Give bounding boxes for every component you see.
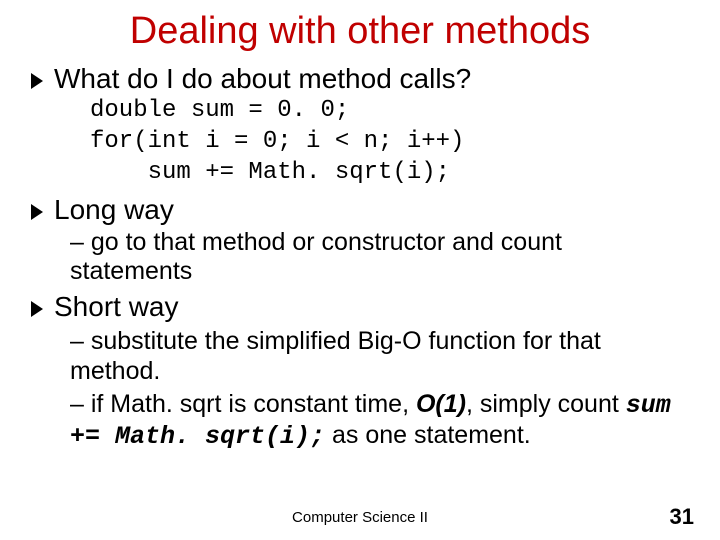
triangle-icon bbox=[30, 72, 44, 90]
code-line-2: for(int i = 0; i < n; i++) bbox=[90, 128, 690, 157]
sub-3a: – substitute the simplified Big-O functi… bbox=[70, 327, 690, 386]
code-line-3: sum += Math. sqrt(i); bbox=[90, 159, 690, 188]
sub-3b-o1: O(1) bbox=[416, 390, 466, 418]
sub-3b-pre: – if Math. sqrt is constant time, bbox=[70, 390, 416, 418]
triangle-icon bbox=[30, 300, 44, 318]
footer-text: Computer Science II bbox=[0, 509, 720, 526]
sub-3b-mid: , simply count bbox=[466, 390, 626, 418]
slide-title: Dealing with other methods bbox=[30, 10, 690, 53]
sub-3b-post: as one statement. bbox=[325, 421, 531, 449]
bullet-1: What do I do about method calls? bbox=[30, 63, 690, 95]
page-number: 31 bbox=[670, 504, 694, 530]
bullet-2-text: Long way bbox=[54, 194, 174, 226]
bullet-1-text: What do I do about method calls? bbox=[54, 63, 471, 95]
triangle-icon bbox=[30, 203, 44, 221]
bullet-2: Long way bbox=[30, 194, 690, 226]
sub-3b: – if Math. sqrt is constant time, O(1), … bbox=[70, 390, 690, 451]
bullet-3: Short way bbox=[30, 291, 690, 323]
bullet-3-text: Short way bbox=[54, 291, 179, 323]
code-line-1: double sum = 0. 0; bbox=[90, 97, 690, 126]
sub-2a: – go to that method or constructor and c… bbox=[70, 228, 690, 286]
slide: Dealing with other methods What do I do … bbox=[0, 0, 720, 540]
